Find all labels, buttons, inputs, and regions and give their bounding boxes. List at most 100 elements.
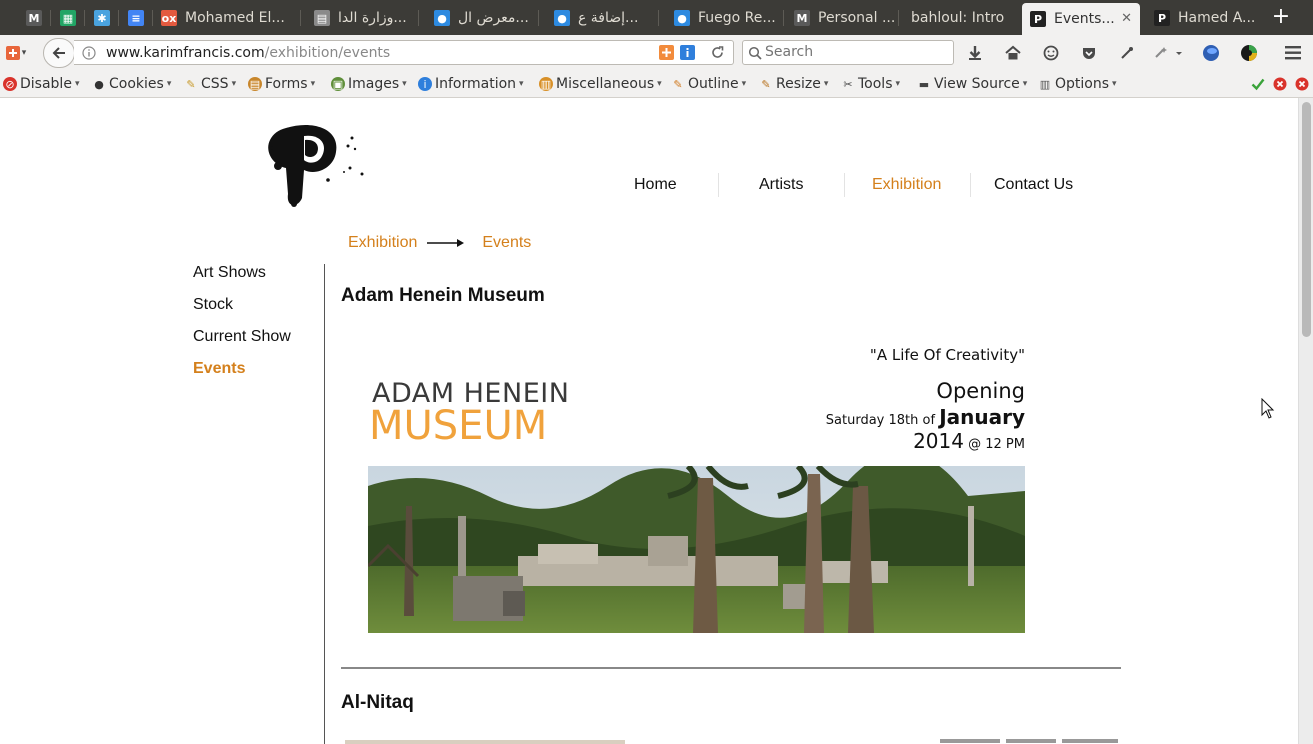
- mouse-cursor: [1261, 398, 1275, 419]
- museum-garden-photo: [368, 466, 1025, 633]
- close-toolbar-icon[interactable]: [1295, 77, 1309, 91]
- sidebar-item-art-shows[interactable]: Art Shows: [193, 264, 266, 282]
- reload-icon[interactable]: [710, 45, 725, 60]
- browser-tab[interactable]: ● معرض ال...: [426, 3, 536, 33]
- webdev-menu-label: Resize: [776, 76, 821, 92]
- chevron-down-icon: ▾: [310, 79, 316, 89]
- webdev-menu-forms[interactable]: ▤ Forms ▾: [248, 76, 315, 92]
- webdev-menu-images[interactable]: ▣ Images ▾: [331, 76, 407, 92]
- poster-date: Saturday 18th of January: [826, 405, 1025, 429]
- webdev-menu-information[interactable]: i Information ▾: [418, 76, 524, 92]
- reader-info-icon[interactable]: [680, 45, 695, 60]
- chevron-down-icon: ▾: [166, 79, 172, 89]
- tab-separator: [783, 10, 784, 26]
- page-scrollbar[interactable]: [1298, 98, 1313, 744]
- poster-opening: Opening: [936, 379, 1025, 403]
- webdev-menu-label: Cookies: [109, 76, 164, 92]
- sidebar-divider: [324, 264, 325, 744]
- webdev-menu-view-source[interactable]: ▬ View Source ▾: [917, 76, 1028, 92]
- chevron-down-icon: ▾: [519, 79, 524, 89]
- webdev-menu-options[interactable]: ▥ Options ▾: [1038, 76, 1117, 92]
- al-nitaq-image-preview[interactable]: [345, 740, 625, 744]
- webdev-menu-outline[interactable]: ✎ Outline ▾: [671, 76, 746, 92]
- close-tab-icon[interactable]: ✕: [1121, 11, 1132, 26]
- tab-label: معرض ال...: [458, 10, 529, 26]
- breadcrumb-events: Events: [482, 234, 532, 251]
- url-bar[interactable]: www.karimfrancis.com/exhibition/events: [74, 40, 734, 65]
- browser-tab[interactable]: ✱: [86, 3, 116, 33]
- poster-date-prefix: Saturday 18th of: [825, 413, 936, 428]
- search-bar[interactable]: [742, 40, 954, 65]
- browser-tab[interactable]: ▦: [52, 3, 82, 33]
- al-nitaq-text-preview: [940, 739, 1118, 743]
- tab-strip: M ▦ ✱ ≡ ox Mohamed El... ▤ وزارة الدا... ● معرض ا…: [0, 0, 1313, 35]
- checkmark-icon[interactable]: [1251, 77, 1265, 91]
- chevron-down-icon[interactable]: ▾: [19, 42, 29, 64]
- nav-home[interactable]: Home: [634, 176, 677, 194]
- event-poster[interactable]: "A Life Of Creativity" ADAM HENEIN MUSEU…: [368, 326, 1025, 636]
- outline-pencil-icon: ✎: [673, 77, 683, 91]
- new-tab-button[interactable]: +: [1268, 4, 1294, 32]
- webdev-menu-label: Miscellaneous: [556, 76, 655, 92]
- sidebar-item-events[interactable]: Events: [193, 360, 245, 378]
- color-wheel-icon[interactable]: [1238, 42, 1260, 64]
- back-button[interactable]: [43, 38, 75, 68]
- eyedropper-icon[interactable]: [1116, 42, 1138, 64]
- wand-menu-icon[interactable]: [1153, 42, 1183, 64]
- home-icon[interactable]: [1002, 42, 1024, 64]
- error-icon[interactable]: [1273, 77, 1287, 91]
- addon-plus-icon[interactable]: [659, 45, 674, 60]
- search-input[interactable]: [765, 44, 945, 60]
- webdev-menu-tools[interactable]: ✂ Tools ▾: [841, 76, 900, 92]
- site-p-icon: P: [1154, 10, 1170, 26]
- chevron-down-icon: ▾: [231, 79, 237, 89]
- nav-separator: [844, 173, 845, 197]
- information-icon: i: [418, 77, 432, 91]
- hamburger-menu-icon[interactable]: [1282, 42, 1304, 64]
- sidebar-item-current-show[interactable]: Current Show: [193, 328, 291, 346]
- pocket-icon[interactable]: [1078, 42, 1100, 64]
- webdev-menu-disable[interactable]: ⊘ Disable ▾: [3, 76, 79, 92]
- tab-label: وزارة الدا...: [338, 10, 407, 26]
- scrollbar-thumb[interactable]: [1302, 102, 1311, 337]
- url-text[interactable]: www.karimfrancis.com/exhibition/events: [106, 45, 390, 61]
- webdev-menu-css[interactable]: ✎ CSS ▾: [184, 76, 236, 92]
- webdev-menu-label: View Source: [934, 76, 1020, 92]
- browser-tab[interactable]: bahloul: Intro: [903, 3, 1018, 33]
- site-logo[interactable]: [264, 122, 374, 210]
- document-icon: ▤: [314, 10, 330, 26]
- sidebar-item-stock[interactable]: Stock: [193, 296, 233, 314]
- browser-tab[interactable]: ▤ وزارة الدا...: [306, 3, 416, 33]
- tools-icon: ✂: [843, 77, 853, 91]
- browser-tab[interactable]: ox Mohamed El...: [153, 3, 298, 33]
- webdev-menu-label: CSS: [201, 76, 229, 92]
- tab-separator: [118, 10, 119, 26]
- downloads-icon[interactable]: [964, 42, 986, 64]
- tab-label: إضافة ع...: [578, 10, 639, 26]
- nav-exhibition[interactable]: Exhibition: [872, 176, 941, 194]
- browser-tab[interactable]: ● إضافة ع...: [546, 3, 656, 33]
- tab-separator: [898, 10, 899, 26]
- webdev-menu-cookies[interactable]: ● Cookies ▾: [92, 76, 171, 92]
- browser-tab[interactable]: ● Fuego Re...: [666, 3, 781, 33]
- tab-separator: [300, 10, 301, 26]
- browser-tab[interactable]: P Events... ✕: [1022, 3, 1140, 35]
- chevron-down-icon: ▾: [1022, 79, 1028, 89]
- globe-extension-icon[interactable]: [1200, 42, 1222, 64]
- chevron-down-icon: ▾: [74, 79, 80, 89]
- tab-separator: [418, 10, 419, 26]
- poster-year-time: 2014 @ 12 PM: [913, 429, 1025, 453]
- smiley-feedback-icon[interactable]: [1040, 42, 1062, 64]
- info-icon[interactable]: [82, 46, 96, 60]
- poster-year: 2014: [913, 429, 964, 453]
- breadcrumb-exhibition[interactable]: Exhibition: [348, 234, 417, 252]
- nav-contact-us[interactable]: Contact Us: [994, 176, 1073, 194]
- nav-artists[interactable]: Artists: [759, 176, 803, 194]
- browser-tab[interactable]: M Personal ...: [786, 3, 896, 33]
- webdev-menu-resize[interactable]: ✎ Resize ▾: [759, 76, 828, 92]
- browser-tab[interactable]: P Hamed A...: [1146, 3, 1258, 33]
- chevron-down-icon: ▾: [741, 79, 747, 89]
- webdev-menu-miscellaneous[interactable]: ▥ Miscellaneous ▾: [539, 76, 662, 92]
- browser-tab[interactable]: ≡: [120, 3, 150, 33]
- browser-tab[interactable]: M: [18, 3, 48, 33]
